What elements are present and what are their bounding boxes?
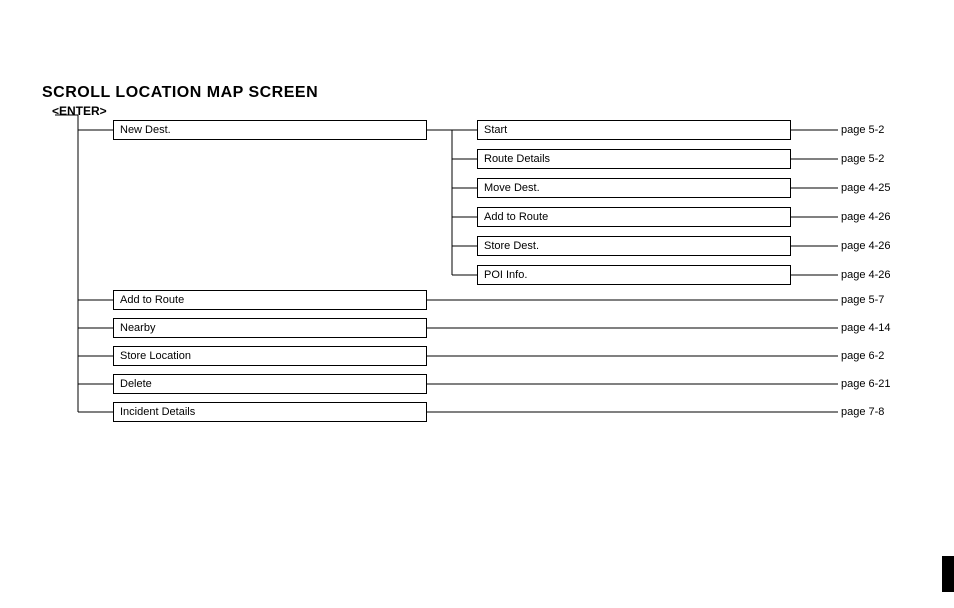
submenu-item-route-details: Route Details [477, 149, 791, 169]
menu-item-label: Add to Route [484, 211, 548, 223]
menu-item-label: Route Details [484, 153, 550, 165]
menu-item-label: Start [484, 124, 507, 136]
menu-item-label: Nearby [120, 322, 155, 334]
menu-item-label: New Dest. [120, 124, 171, 136]
menu-item-store-location: Store Location [113, 346, 427, 366]
page-ref: page 4-26 [841, 269, 891, 281]
menu-item-label: Move Dest. [484, 182, 540, 194]
menu-item-incident-details: Incident Details [113, 402, 427, 422]
menu-item-label: Store Location [120, 350, 191, 362]
menu-item-label: Delete [120, 378, 152, 390]
menu-item-label: Store Dest. [484, 240, 539, 252]
edge-tab [942, 556, 954, 592]
menu-item-label: POI Info. [484, 269, 527, 281]
menu-item-delete: Delete [113, 374, 427, 394]
page-ref: page 4-14 [841, 322, 891, 334]
menu-item-new-dest: New Dest. [113, 120, 427, 140]
menu-item-label: Add to Route [120, 294, 184, 306]
page-ref: page 6-21 [841, 378, 891, 390]
submenu-item-move-dest: Move Dest. [477, 178, 791, 198]
page-ref: page 5-7 [841, 294, 884, 306]
page-ref: page 5-2 [841, 124, 884, 136]
menu-item-label: Incident Details [120, 406, 195, 418]
page-ref: page 7-8 [841, 406, 884, 418]
menu-item-nearby: Nearby [113, 318, 427, 338]
page-title: SCROLL LOCATION MAP SCREEN [42, 84, 318, 102]
page-ref: page 6-2 [841, 350, 884, 362]
submenu-item-add-to-route: Add to Route [477, 207, 791, 227]
page-ref: page 5-2 [841, 153, 884, 165]
page-ref: page 4-26 [841, 211, 891, 223]
submenu-item-start: Start [477, 120, 791, 140]
menu-item-add-to-route: Add to Route [113, 290, 427, 310]
page-ref: page 4-25 [841, 182, 891, 194]
page-ref: page 4-26 [841, 240, 891, 252]
enter-label: <ENTER> [52, 104, 107, 118]
submenu-item-poi-info: POI Info. [477, 265, 791, 285]
submenu-item-store-dest: Store Dest. [477, 236, 791, 256]
